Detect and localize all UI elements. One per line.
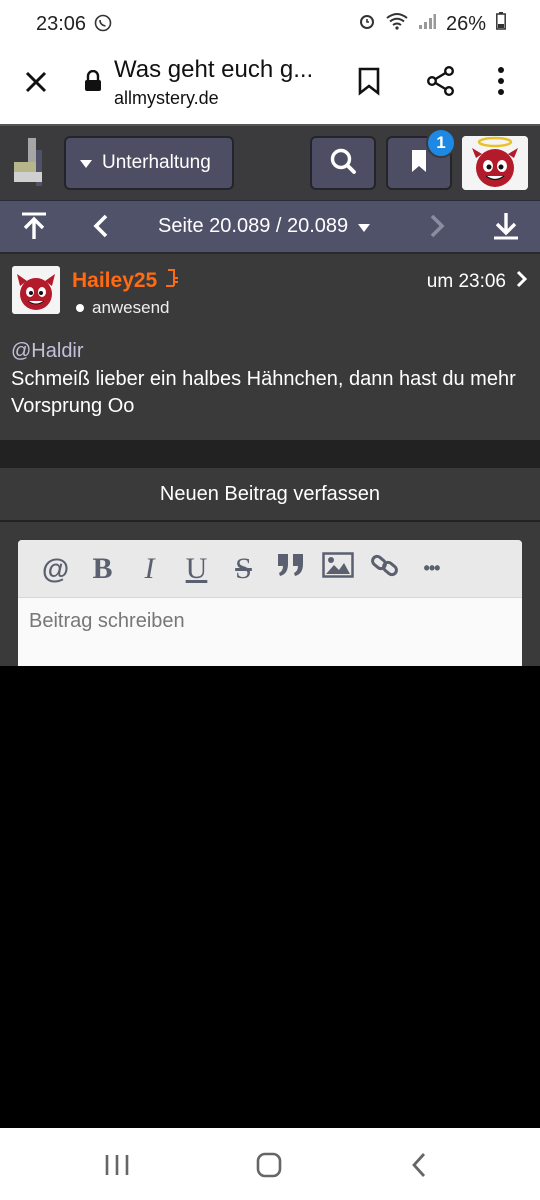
notification-badge: 1: [426, 128, 456, 158]
caret-down-icon: [358, 215, 371, 238]
image-icon: [321, 551, 354, 586]
online-status: anwesend: [76, 298, 170, 318]
post-textarea[interactable]: Beitrag schreiben: [18, 598, 522, 666]
back-icon[interactable]: [410, 1152, 428, 1183]
bold-button[interactable]: B: [79, 549, 126, 589]
last-page-icon[interactable]: [492, 211, 520, 246]
category-label: Unterhaltung: [102, 152, 211, 173]
forum-post: Hailey25 anwesend um 23:06 @Haldir Schme…: [0, 252, 540, 440]
italic-button[interactable]: I: [126, 549, 173, 589]
section-divider: [0, 440, 540, 468]
italic-icon: I: [144, 551, 155, 585]
page-label: Seite 20.089 / 20.089: [158, 215, 349, 237]
strikethrough-button[interactable]: S: [220, 549, 267, 589]
user-avatar[interactable]: [462, 136, 528, 190]
first-page-icon[interactable]: [20, 211, 48, 246]
lock-icon: [84, 69, 102, 97]
status-time: 23:06: [36, 13, 87, 35]
wifi-icon: [386, 12, 408, 36]
share-icon[interactable]: [426, 66, 456, 101]
post-author[interactable]: Hailey25: [72, 268, 179, 294]
post-body: Schmeiß lieber ein halbes Hähnchen, dann…: [11, 368, 516, 417]
link-icon: [370, 550, 400, 588]
bookmark-icon[interactable]: [356, 66, 382, 101]
bold-icon: B: [92, 551, 113, 585]
post-avatar[interactable]: [12, 266, 60, 314]
status-text: anwesend: [92, 298, 170, 317]
mention-button[interactable]: @: [32, 549, 79, 589]
search-icon: [329, 147, 357, 180]
post-username: Hailey25: [72, 269, 158, 292]
search-button[interactable]: [310, 136, 376, 190]
post-time-text: um 23:06: [426, 271, 506, 292]
category-dropdown[interactable]: Unterhaltung: [64, 136, 234, 190]
close-icon[interactable]: [22, 68, 50, 96]
page-selector[interactable]: Seite 20.089 / 20.089: [158, 215, 371, 238]
site-header: Unterhaltung 1: [0, 124, 540, 200]
compose-heading: Neuen Beitrag verfassen: [0, 468, 540, 522]
previous-page-icon[interactable]: [92, 213, 110, 244]
whatsapp-icon: [94, 14, 112, 37]
system-nav-bar: [0, 1128, 540, 1200]
more-options-button[interactable]: •••: [408, 549, 455, 589]
post-mention[interactable]: @Haldir: [11, 340, 84, 363]
page-url[interactable]: allmystery.de: [114, 88, 219, 109]
compose-area: @ B I U S ••• Beitrag schreiben: [0, 522, 540, 666]
signal-icon: [418, 12, 436, 36]
status-dot-icon: [76, 304, 84, 312]
alarm-icon: [358, 12, 376, 36]
quote-button[interactable]: [267, 549, 314, 589]
quote-icon: [276, 552, 306, 586]
more-menu-icon[interactable]: [496, 66, 506, 101]
image-button[interactable]: [314, 549, 361, 589]
strikethrough-icon: S: [235, 551, 252, 585]
browser-toolbar: Was geht euch g... allmystery.de: [0, 48, 540, 124]
underline-button[interactable]: U: [173, 549, 220, 589]
female-gender-icon: [165, 268, 179, 294]
link-button[interactable]: [361, 549, 408, 589]
status-icons: 26%: [358, 12, 506, 36]
chevron-right-icon: [516, 270, 528, 294]
bookmark-icon: [411, 149, 427, 178]
caret-down-icon: [80, 152, 92, 174]
post-editor: @ B I U S ••• Beitrag schreiben: [18, 540, 522, 666]
battery-level: 26%: [445, 12, 486, 35]
editor-toolbar: @ B I U S •••: [18, 540, 522, 598]
battery-icon: [496, 12, 506, 36]
site-logo[interactable]: [14, 136, 50, 188]
more-dots-icon: •••: [423, 558, 441, 578]
next-page-icon[interactable]: [428, 213, 446, 244]
home-icon[interactable]: [256, 1152, 282, 1183]
post-timestamp[interactable]: um 23:06: [427, 270, 528, 294]
status-bar: 23:06 26%: [0, 0, 540, 48]
at-icon: @: [41, 552, 70, 584]
pagination-bar: Seite 20.089 / 20.089: [0, 200, 540, 252]
recent-apps-icon[interactable]: [104, 1154, 130, 1181]
underline-icon: U: [185, 551, 208, 585]
page-title[interactable]: Was geht euch g...: [114, 56, 313, 84]
